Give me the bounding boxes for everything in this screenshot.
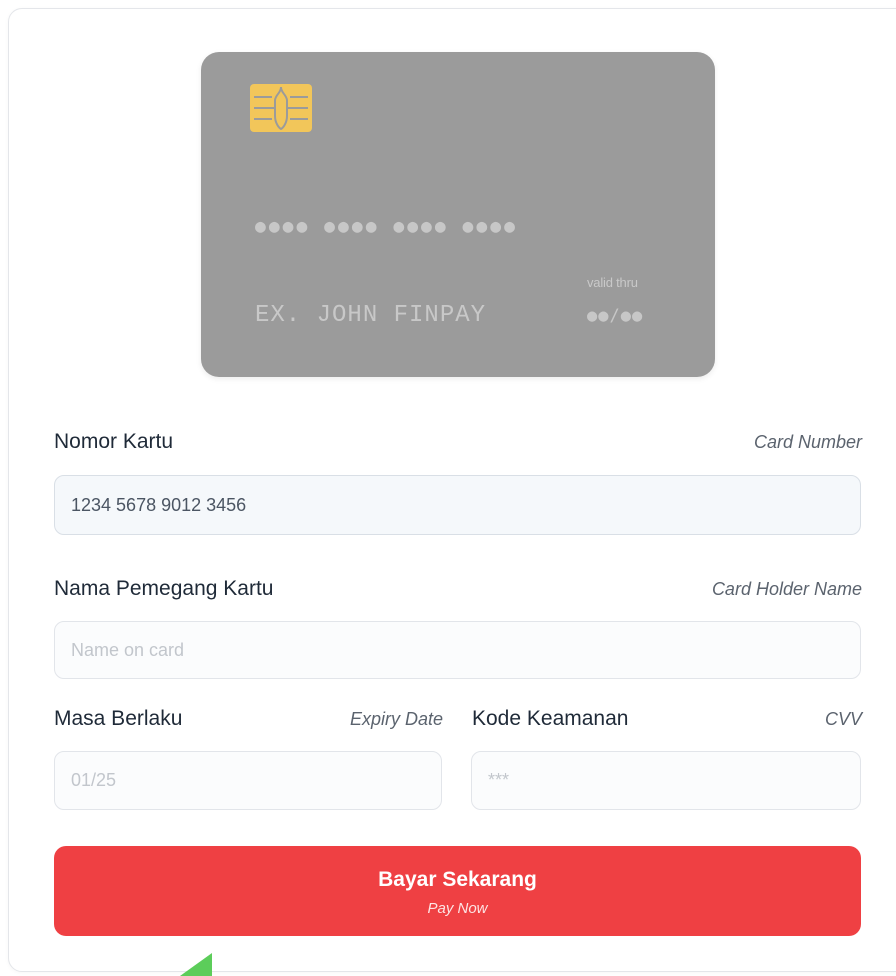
card-number-label: Nomor Kartu xyxy=(54,430,174,453)
valid-thru-label: valid thru xyxy=(587,275,638,290)
expiry-hint: Expiry Date xyxy=(349,709,443,729)
card-number-input[interactable] xyxy=(54,475,861,535)
chip-icon xyxy=(250,84,312,132)
credit-card-preview: ●●●● ●●●● ●●●● ●●●● valid thru EX. JOHN … xyxy=(201,52,715,377)
cvv-hint: CVV xyxy=(824,709,862,729)
holder-name-input[interactable] xyxy=(54,621,861,679)
card-expiry-preview: ●●/●● xyxy=(587,306,644,326)
card-number-hint: Card Number xyxy=(753,432,862,452)
pay-button-label: Bayar Sekarang xyxy=(378,867,537,891)
pay-button-sublabel: Pay Now xyxy=(427,899,488,917)
cvv-input[interactable] xyxy=(471,751,861,810)
expiry-input[interactable] xyxy=(54,751,442,810)
cvv-label: Kode Keamanan xyxy=(472,707,629,730)
card-holder-preview: EX. JOHN FINPAY xyxy=(255,302,487,329)
green-triangle-icon xyxy=(180,953,212,976)
holder-name-label: Nama Pemegang Kartu xyxy=(54,577,274,600)
card-number-preview: ●●●● ●●●● ●●●● ●●●● xyxy=(255,216,518,237)
pay-now-button[interactable]: Bayar Sekarang Pay Now xyxy=(54,846,861,936)
holder-name-hint: Card Holder Name xyxy=(711,579,862,599)
expiry-label: Masa Berlaku xyxy=(54,707,183,730)
